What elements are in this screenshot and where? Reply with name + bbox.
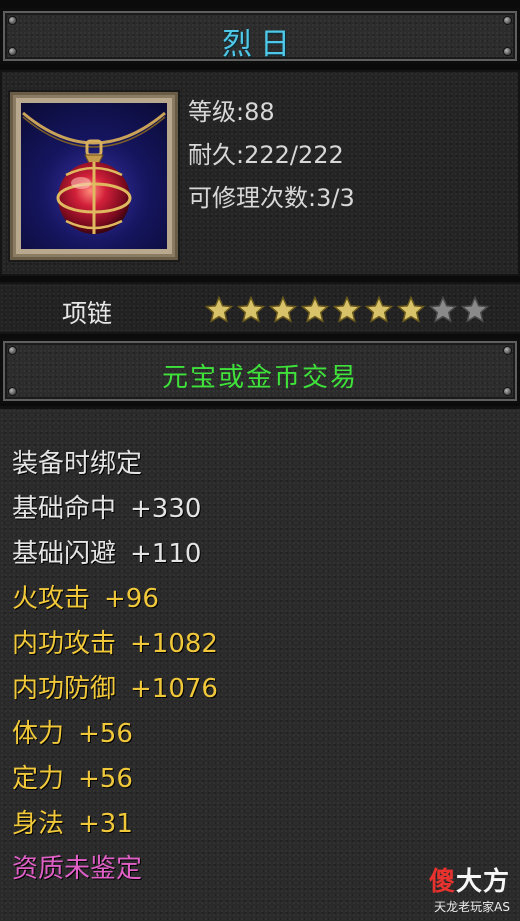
attr-stamina: 体力 +56 — [12, 719, 133, 749]
item-type-row: 项链 — [0, 282, 520, 334]
item-type-label: 项链 — [62, 299, 113, 328]
star-filled-icon — [236, 295, 266, 323]
title-bar: 烈日 — [0, 8, 520, 64]
repair-count-text: 可修理次数:3/3 — [188, 184, 355, 212]
attr-base-hit: 基础命中 +330 — [12, 494, 202, 524]
trade-type-text: 元宝或金币交易 — [161, 363, 358, 393]
durability-text: 耐久:222/222 — [188, 141, 344, 169]
red-orb-necklace-icon — [21, 103, 167, 249]
attr-inner-attack: 内功攻击 +1082 — [12, 629, 218, 659]
watermark: 傻大方 天龙老玩家AS — [429, 861, 510, 915]
star-rating — [204, 295, 490, 325]
star-filled-icon — [204, 295, 234, 323]
star-filled-icon — [364, 295, 394, 323]
watermark-logo: 傻大方 — [428, 867, 510, 897]
attr-inner-defense: 内功防御 +1076 — [12, 674, 218, 704]
star-filled-icon — [300, 295, 330, 323]
attr-agility: 身法 +31 — [12, 809, 133, 839]
attr-base-dodge: 基础闪避 +110 — [12, 539, 202, 569]
attr-fire-attack: 火攻击 +96 — [12, 584, 159, 614]
item-title: 烈日 — [222, 27, 298, 62]
level-text: 等级:88 — [188, 98, 275, 126]
star-filled-icon — [268, 295, 298, 323]
star-filled-icon — [396, 295, 426, 323]
attr-unidentified: 资质未鉴定 — [12, 854, 143, 884]
attribute-list: 装备时绑定 基础命中 +330 基础闪避 +110 火攻击 +96 内功攻击 +1082… — [0, 406, 520, 921]
item-icon-frame — [10, 92, 178, 260]
attr-focus: 定力 +56 — [12, 764, 133, 794]
watermark-subtitle: 天龙老玩家AS — [434, 900, 510, 914]
attr-bind-on-equip: 装备时绑定 — [12, 449, 143, 479]
star-empty-icon — [460, 295, 490, 323]
star-filled-icon — [332, 295, 362, 323]
trade-bar: 元宝或金币交易 — [0, 338, 520, 404]
star-empty-icon — [428, 295, 458, 323]
item-info-area: 等级:88 耐久:222/222 可修理次数:3/3 — [0, 70, 520, 276]
